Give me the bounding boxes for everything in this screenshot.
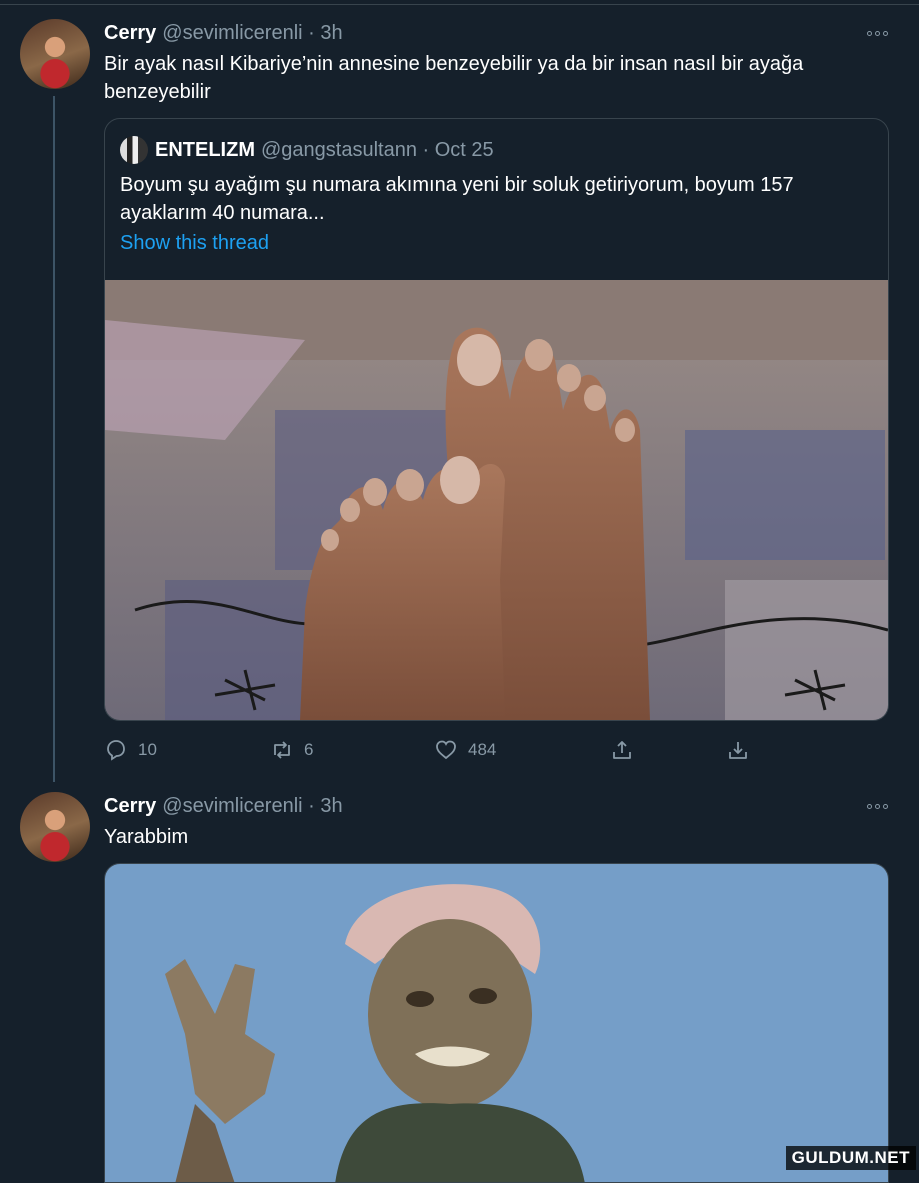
more-icon[interactable]: [864, 798, 890, 814]
reply-count: 10: [138, 740, 157, 759]
quoted-user-name: ENTELIZM: [155, 138, 255, 161]
quoted-tweet-text: Boyum şu ayağım şu numara akımına yeni b…: [120, 174, 794, 224]
like-button[interactable]: 484: [434, 735, 496, 765]
tweet-header: Cerry @sevimlicerenli · 3h: [104, 793, 343, 819]
quoted-tweet[interactable]: ENTELIZM @gangstasultann · Oct 25 Boyum …: [104, 118, 889, 721]
watermark: GULDUM.NET: [785, 1146, 916, 1170]
like-icon: [436, 740, 456, 760]
user-handle-time[interactable]: @sevimlicerenli · 3h: [162, 795, 342, 818]
tweet-text: Bir ayak nasıl Kibariye’nin annesine ben…: [104, 53, 804, 103]
download-button[interactable]: [726, 735, 750, 765]
quoted-tweet-image[interactable]: [105, 280, 888, 720]
like-count: 484: [468, 740, 497, 759]
retweet-button[interactable]: 6: [270, 735, 313, 765]
tweet-text: Yarabbim: [104, 826, 189, 848]
avatar[interactable]: [20, 792, 90, 862]
feet-photo: [105, 280, 888, 720]
quoted-header: ENTELIZM @gangstasultann · Oct 25: [155, 136, 494, 164]
download-icon: [729, 742, 747, 759]
reply-button[interactable]: 10: [104, 735, 157, 765]
quoted-avatar: [120, 136, 148, 164]
user-name[interactable]: Cerry: [104, 22, 156, 45]
show-thread-link[interactable]: Show this thread: [120, 232, 269, 255]
tweet-image[interactable]: [104, 863, 889, 1183]
quoted-user-handle-time: @gangstasultann · Oct 25: [261, 138, 494, 161]
reply-icon: [107, 740, 125, 761]
tweet-actions: 10 6 484: [104, 735, 764, 765]
more-icon[interactable]: [864, 25, 890, 41]
share-icon: [613, 741, 631, 759]
tweet-header: Cerry @sevimlicerenli · 3h: [104, 20, 343, 46]
user-name[interactable]: Cerry: [104, 795, 156, 818]
share-button[interactable]: [610, 735, 634, 765]
user-handle-time[interactable]: @sevimlicerenli · 3h: [162, 22, 342, 45]
tweet-1: Cerry @sevimlicerenli · 3h Bir ayak nası…: [0, 0, 919, 780]
retweet-icon: [274, 741, 290, 759]
woman-photo: [105, 864, 888, 1182]
retweet-count: 6: [304, 740, 314, 759]
avatar[interactable]: [20, 19, 90, 89]
